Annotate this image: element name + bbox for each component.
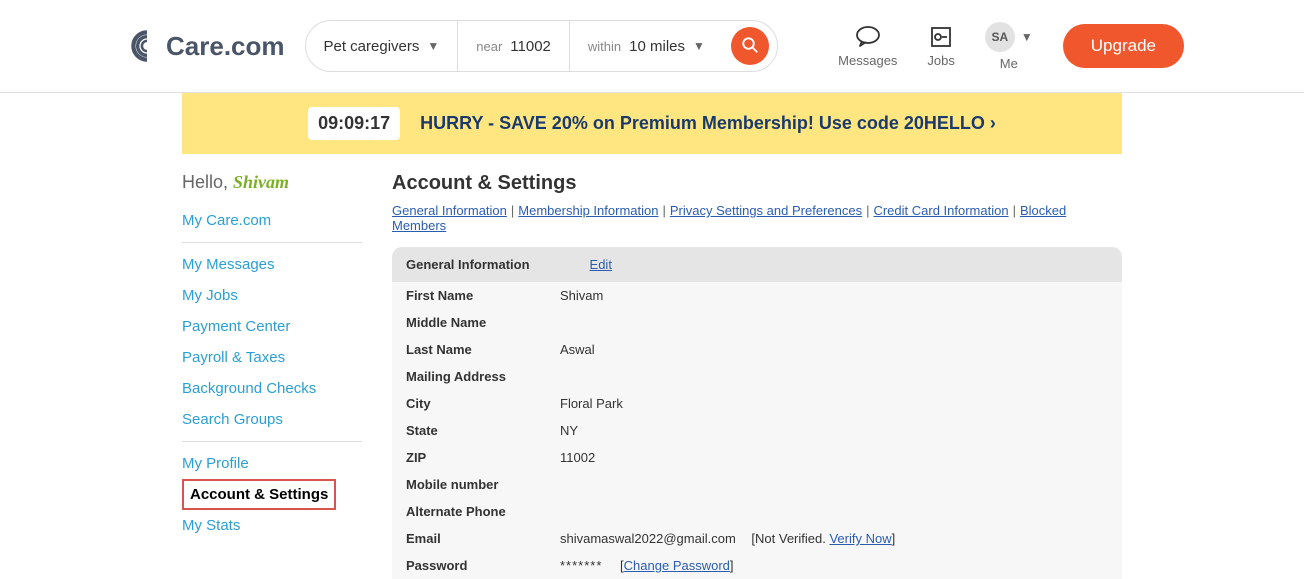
- promo-bar[interactable]: 09:09:17 HURRY - SAVE 20% on Premium Mem…: [182, 93, 1122, 154]
- info-row: StateNY: [392, 417, 1122, 444]
- info-row: First NameShivam: [392, 282, 1122, 309]
- sidebar-item[interactable]: My Jobs: [182, 280, 362, 311]
- divider: [182, 242, 362, 243]
- field-value: 11002: [560, 450, 595, 465]
- info-header: General Information Edit: [392, 247, 1122, 282]
- field-value: shivamaswal2022@gmail.com [Not Verified.…: [560, 531, 895, 546]
- sidebar-list-bot: My ProfileAccount & SettingsMy Stats: [182, 448, 362, 541]
- field-label: ZIP: [406, 450, 560, 465]
- me-label: Me: [1000, 56, 1018, 71]
- tab-link[interactable]: Membership Information: [518, 203, 658, 218]
- field-value: Shivam: [560, 288, 603, 303]
- search-within[interactable]: within 10 miles ▼: [570, 21, 723, 71]
- search-within-value: 10 miles: [629, 38, 685, 55]
- info-row: CityFloral Park: [392, 390, 1122, 417]
- field-label: Last Name: [406, 342, 560, 357]
- not-verified-text: [Not Verified.: [751, 531, 829, 546]
- info-row: Last NameAswal: [392, 336, 1122, 363]
- jobs-nav[interactable]: Jobs: [927, 25, 954, 68]
- sidebar-item[interactable]: Account & Settings: [182, 479, 336, 510]
- content: Hello, Shivam My Care.com My MessagesMy …: [182, 154, 1122, 579]
- field-label: City: [406, 396, 560, 411]
- chevron-down-icon: ▼: [1021, 30, 1033, 44]
- tab-link[interactable]: Privacy Settings and Preferences: [670, 203, 862, 218]
- promo-text: HURRY - SAVE 20% on Premium Membership! …: [420, 113, 996, 134]
- messages-label: Messages: [838, 53, 897, 68]
- messages-nav[interactable]: Messages: [838, 25, 897, 68]
- sidebar-item[interactable]: Payroll & Taxes: [182, 342, 362, 373]
- avatar: SA: [985, 22, 1015, 52]
- sidebar-list-mid: My MessagesMy JobsPayment CenterPayroll …: [182, 249, 362, 435]
- messages-icon: [855, 25, 881, 49]
- field-label: Mobile number: [406, 477, 560, 492]
- hello-greeting: Hello, Shivam: [182, 172, 362, 193]
- jobs-icon: [929, 25, 953, 49]
- sidebar-item[interactable]: My Profile: [182, 448, 362, 479]
- change-password-link[interactable]: Change Password: [624, 558, 730, 573]
- divider: [182, 441, 362, 442]
- field-value: NY: [560, 423, 578, 438]
- search-bar: Pet caregivers ▼ near 11002 within 10 mi…: [305, 20, 778, 72]
- search-category[interactable]: Pet caregivers ▼: [306, 21, 459, 71]
- info-box: General Information Edit First NameShiva…: [392, 247, 1122, 579]
- chevron-down-icon: ▼: [693, 39, 705, 53]
- field-label: State: [406, 423, 560, 438]
- page-title: Account & Settings: [392, 172, 1122, 195]
- search-near-label: near: [476, 39, 502, 54]
- info-section-title: General Information: [406, 257, 530, 272]
- info-row: Mailing Address: [392, 363, 1122, 390]
- sidebar-item[interactable]: My Care.com: [182, 205, 362, 236]
- edit-link[interactable]: Edit: [590, 257, 612, 272]
- sidebar-item[interactable]: My Stats: [182, 510, 362, 541]
- sidebar-item[interactable]: Search Groups: [182, 404, 362, 435]
- field-value: ******* [Change Password]: [560, 558, 734, 573]
- me-nav[interactable]: SA ▼ Me: [985, 22, 1033, 71]
- sidebar: Hello, Shivam My Care.com My MessagesMy …: [182, 172, 362, 579]
- logo[interactable]: Care.com: [130, 29, 285, 63]
- tab-links: General Information|Membership Informati…: [392, 203, 1122, 233]
- header-icons: Messages Jobs SA ▼ Me Upgrade: [838, 22, 1184, 71]
- info-row: Alternate Phone: [392, 498, 1122, 525]
- info-row: Mobile number: [392, 471, 1122, 498]
- field-value: Floral Park: [560, 396, 623, 411]
- verify-now-link[interactable]: Verify Now: [829, 531, 891, 546]
- field-value: Aswal: [560, 342, 595, 357]
- tab-link[interactable]: Credit Card Information: [873, 203, 1008, 218]
- info-row: Middle Name: [392, 309, 1122, 336]
- search-icon: [741, 36, 759, 57]
- search-button[interactable]: [731, 27, 769, 65]
- tab-link[interactable]: General Information: [392, 203, 507, 218]
- chevron-down-icon: ▼: [427, 39, 439, 53]
- info-row: Email shivamaswal2022@gmail.com [Not Ver…: [392, 525, 1122, 552]
- field-label: First Name: [406, 288, 560, 303]
- search-within-label: within: [588, 39, 621, 54]
- logo-text: Care.com: [166, 31, 285, 62]
- jobs-label: Jobs: [927, 53, 954, 68]
- field-label: Alternate Phone: [406, 504, 560, 519]
- header: Care.com Pet caregivers ▼ near 11002 wit…: [0, 0, 1304, 93]
- upgrade-button[interactable]: Upgrade: [1063, 24, 1184, 68]
- field-label: Password: [406, 558, 560, 573]
- info-row: ZIP11002: [392, 444, 1122, 471]
- field-label: Middle Name: [406, 315, 560, 330]
- field-label: Mailing Address: [406, 369, 560, 384]
- search-category-value: Pet caregivers: [324, 38, 420, 55]
- promo-timer: 09:09:17: [308, 107, 400, 140]
- search-near-value: 11002: [510, 38, 551, 55]
- sidebar-item[interactable]: Payment Center: [182, 311, 362, 342]
- field-label: Email: [406, 531, 560, 546]
- sidebar-item[interactable]: My Messages: [182, 249, 362, 280]
- sidebar-item[interactable]: Background Checks: [182, 373, 362, 404]
- sidebar-list-top: My Care.com: [182, 205, 362, 236]
- search-near[interactable]: near 11002: [458, 21, 570, 71]
- main: Account & Settings General Information|M…: [392, 172, 1122, 579]
- info-row: Password ******* [Change Password]: [392, 552, 1122, 579]
- care-logo-icon: [130, 29, 164, 63]
